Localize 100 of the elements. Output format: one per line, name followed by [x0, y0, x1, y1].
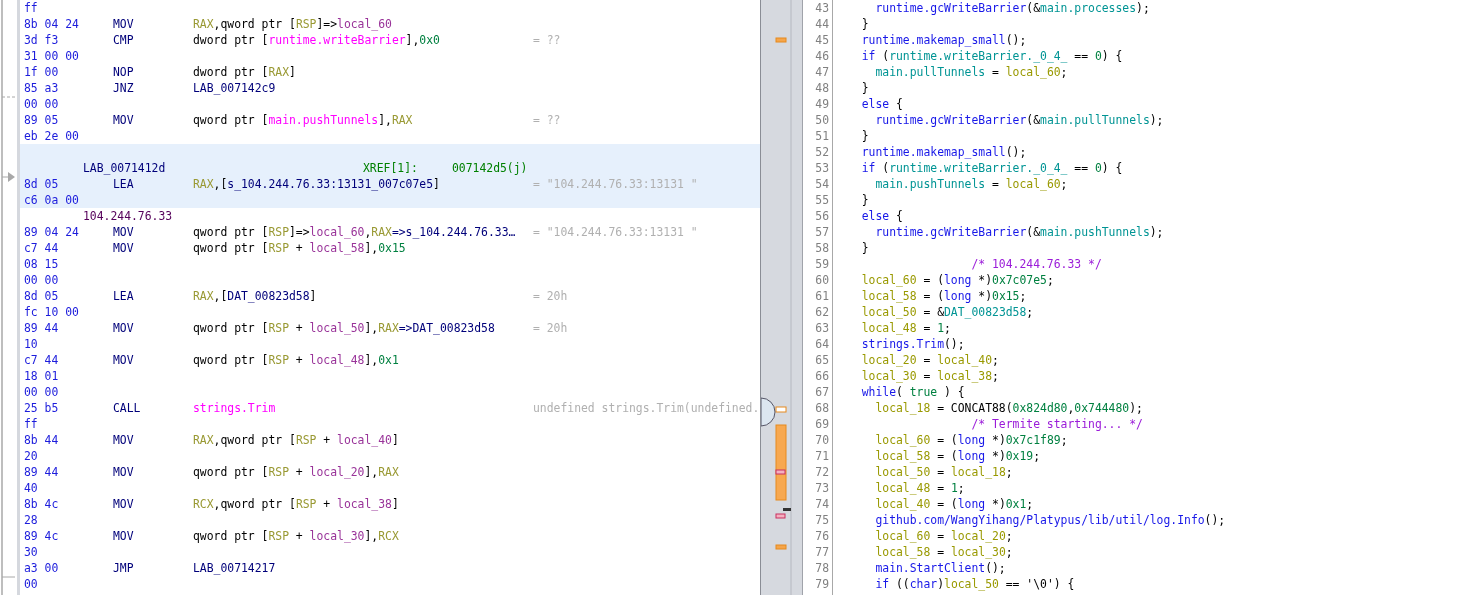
- line-number: 68: [814, 400, 829, 416]
- line-number: 76: [814, 528, 829, 544]
- operand-text: LAB_00714217: [193, 560, 277, 576]
- instruction-bytes: 25 b5: [24, 400, 60, 416]
- mnemonic: MOV: [113, 496, 135, 512]
- string-label: 104.244.76.33: [83, 208, 173, 224]
- code-line: runtime.makemap_small();: [860, 144, 1028, 160]
- instruction-bytes: 10: [24, 336, 39, 352]
- instruction-bytes: 00: [24, 576, 39, 592]
- instruction-bytes: 89 44: [24, 320, 60, 336]
- line-number: 71: [814, 448, 829, 464]
- comment-text: = 20h: [533, 288, 568, 304]
- instruction-bytes: 8b 44: [24, 432, 60, 448]
- comment-text: = 20h: [533, 320, 568, 336]
- instruction-bytes: 20: [24, 448, 39, 464]
- code-line: runtime.gcWriteBarrier(&main.pushTunnels);: [874, 224, 1165, 240]
- instruction-bytes: 00 00: [24, 272, 60, 288]
- line-number: 72: [814, 464, 829, 480]
- code-line: strings.Trim();: [860, 336, 966, 352]
- operand-text: qword ptr [RSP]=>local_60,RAX=>s_104.244.76.33…: [193, 224, 517, 240]
- mnemonic: CMP: [113, 32, 135, 48]
- mnemonic: MOV: [113, 432, 135, 448]
- operand-text: RAX,[s_104.244.76.33:13131_007c07e5]: [193, 176, 441, 192]
- code-line: }: [860, 192, 870, 208]
- operand-text: qword ptr [RSP + local_20],RAX: [193, 464, 400, 480]
- instruction-bytes: ff: [24, 416, 39, 432]
- operand-text: RAX,qword ptr [RSP + local_40]: [193, 432, 400, 448]
- line-number: 69: [814, 416, 829, 432]
- instruction-bytes: 1f 00: [24, 64, 60, 80]
- code-line: local_48 = 1;: [860, 320, 952, 336]
- instruction-bytes: 08 15: [24, 256, 60, 272]
- code-line: if (runtime.writeBarrier._0_4_ == 0) {: [860, 48, 1124, 64]
- mnemonic: MOV: [113, 16, 135, 32]
- mnemonic: MOV: [113, 240, 135, 256]
- instruction-bytes: 89 4c: [24, 528, 60, 544]
- operand-text: RAX,[DAT_00823d58]: [193, 288, 318, 304]
- code-line: local_48 = 1;: [874, 480, 966, 496]
- mnemonic: LEA: [113, 176, 135, 192]
- operand-text: strings.Trim: [193, 400, 277, 416]
- instruction-bytes: 89 44: [24, 464, 60, 480]
- mnemonic: MOV: [113, 464, 135, 480]
- code-line: local_30 = local_38;: [860, 368, 1000, 384]
- code-line: else {: [860, 208, 904, 224]
- line-number: 47: [814, 64, 829, 80]
- code-line: local_60 = (long *)0x7c1f89;: [874, 432, 1069, 448]
- line-number: 51: [814, 128, 829, 144]
- line-number: 56: [814, 208, 829, 224]
- code-line: main.StartClient();: [874, 560, 1007, 576]
- line-number: 77: [814, 544, 829, 560]
- line-number: 75: [814, 512, 829, 528]
- mnemonic: JMP: [113, 560, 135, 576]
- code-line: local_20 = local_40;: [860, 352, 1000, 368]
- instruction-bytes: a3 00: [24, 560, 60, 576]
- instruction-bytes: 00 00: [24, 384, 60, 400]
- instruction-bytes: 85 a3: [24, 80, 60, 96]
- instruction-bytes: fc 10 00: [24, 304, 80, 320]
- code-line: local_40 = (long *)0x1;: [874, 496, 1035, 512]
- code-line: main.pullTunnels = local_60;: [874, 64, 1069, 80]
- line-number: 62: [814, 304, 829, 320]
- line-number: 54: [814, 176, 829, 192]
- line-number: 58: [814, 240, 829, 256]
- line-number: 63: [814, 320, 829, 336]
- code-line: runtime.gcWriteBarrier(&main.processes);: [874, 0, 1151, 16]
- operand-text: dword ptr [runtime.writeBarrier],0x0: [193, 32, 441, 48]
- xref-label: XREF[1]:: [363, 160, 419, 176]
- line-number: 79: [814, 576, 829, 592]
- line-number: 60: [814, 272, 829, 288]
- instruction-bytes: eb 2e 00: [24, 128, 80, 144]
- line-number: 70: [814, 432, 829, 448]
- line-number: 44: [814, 16, 829, 32]
- comment-text: = ??: [533, 112, 561, 128]
- line-number: 61: [814, 288, 829, 304]
- comment-text: undefined strings.Trim(undefined.: [533, 400, 760, 416]
- code-line: local_50 = &DAT_00823d58;: [860, 304, 1035, 320]
- line-number: 74: [814, 496, 829, 512]
- line-number: 52: [814, 144, 829, 160]
- instruction-bytes: 31 00 00: [24, 48, 80, 64]
- line-number: 66: [814, 368, 829, 384]
- code-line: else {: [860, 96, 904, 112]
- code-line: local_58 = local_30;: [874, 544, 1014, 560]
- instruction-bytes: 00 00: [24, 96, 60, 112]
- code-line: runtime.gcWriteBarrier(&main.pullTunnels);: [874, 112, 1165, 128]
- code-line: if ((char)local_50 == '\0') {: [874, 576, 1076, 592]
- mnemonic: MOV: [113, 224, 135, 240]
- mnemonic: LEA: [113, 288, 135, 304]
- instruction-bytes: 8b 4c: [24, 496, 60, 512]
- line-number: 48: [814, 80, 829, 96]
- operand-text: RCX,qword ptr [RSP + local_38]: [193, 496, 400, 512]
- instruction-bytes: 30: [24, 544, 39, 560]
- mnemonic: NOP: [113, 64, 135, 80]
- line-number: 53: [814, 160, 829, 176]
- instruction-bytes: 40: [24, 480, 39, 496]
- line-number: 65: [814, 352, 829, 368]
- instruction-bytes: ff: [24, 0, 39, 16]
- code-line: while( true ) {: [860, 384, 966, 400]
- code-line: }: [860, 80, 870, 96]
- line-number: 50: [814, 112, 829, 128]
- line-number: 64: [814, 336, 829, 352]
- operand-text: qword ptr [RSP + local_30],RCX: [193, 528, 400, 544]
- line-number: 45: [814, 32, 829, 48]
